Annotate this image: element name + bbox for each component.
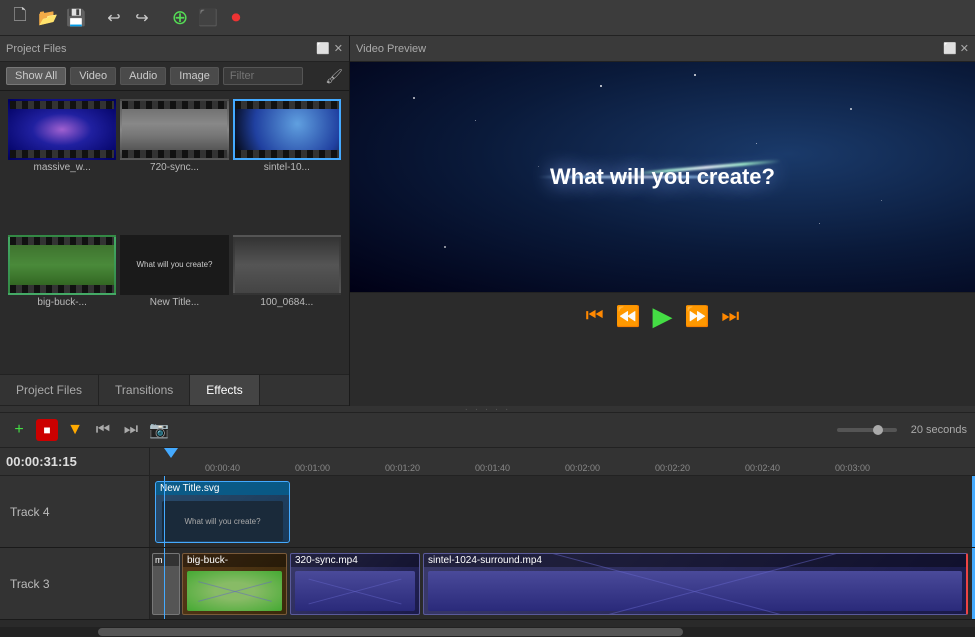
zoom-slider[interactable] [837, 428, 897, 432]
tab-project-files[interactable]: Project Files [0, 375, 99, 405]
timeline-ruler: 00:00:40 00:01:00 00:01:20 00:01:40 00:0… [150, 448, 975, 476]
import-icon[interactable]: ⊕ [168, 6, 192, 30]
thumb-label: sintel-10... [233, 162, 341, 173]
rewind-to-start-button[interactable]: ⏮ [586, 305, 604, 328]
preview-header: Video Preview ⬜ ✕ [350, 36, 975, 62]
scrollbar-thumb[interactable] [98, 628, 683, 636]
add-track-icon[interactable]: + [8, 419, 30, 441]
close-icon[interactable]: ✕ [334, 42, 343, 55]
clip-m[interactable]: m [152, 553, 180, 615]
project-files-header: Project Files ⬜ ✕ [0, 36, 349, 62]
preview-maximize-icon[interactable]: ⬜ [943, 43, 957, 55]
list-item[interactable]: What will you create? New Title... [120, 235, 228, 367]
list-item[interactable]: sintel-10... [233, 99, 341, 231]
rewind-button[interactable]: ⏪ [616, 304, 641, 329]
ruler-time: 00:02:40 [745, 463, 780, 473]
thumb-label: 100_0684... [233, 297, 341, 308]
zoom-slider-thumb [873, 425, 883, 435]
tracks-container: Track 4 New Title.svg What will you crea… [0, 476, 975, 627]
current-time-display: 00:00:31:15 [6, 454, 77, 469]
undo-icon[interactable]: ↩ [102, 6, 126, 30]
timeline-section: + ■ ▼ ⏮ ⏭ 📷 20 seconds 00:00:31:15 [0, 406, 975, 637]
play-button[interactable]: ▶ [653, 301, 673, 332]
track-4-content: New Title.svg What will you create? [150, 476, 975, 547]
clip-big-buck[interactable]: big-buck- [182, 553, 287, 615]
tab-transitions[interactable]: Transitions [99, 375, 190, 405]
ruler-time: 00:03:00 [835, 463, 870, 473]
thumb-label: 720-sync... [120, 162, 228, 173]
new-icon[interactable]: 🗋 [8, 6, 32, 30]
audio-filter-button[interactable]: Audio [120, 67, 166, 85]
zoom-controls [837, 428, 897, 432]
left-panel: Project Files ⬜ ✕ Show All Video Audio I… [0, 36, 350, 406]
preview-close-icon[interactable]: ✕ [960, 43, 969, 55]
zoom-level: 20 seconds [911, 424, 967, 436]
video-filter-button[interactable]: Video [70, 67, 116, 85]
preview-title: Video Preview [356, 43, 426, 55]
video-preview: What will you create? [350, 62, 975, 292]
maximize-icon[interactable]: ⬜ [316, 42, 330, 55]
ruler-time: 00:02:00 [565, 463, 600, 473]
remove-track-icon[interactable]: ■ [36, 419, 58, 441]
right-panel: Video Preview ⬜ ✕ [350, 36, 975, 406]
image-filter-button[interactable]: Image [170, 67, 219, 85]
list-item[interactable]: 720-sync... [120, 99, 228, 231]
record-icon[interactable]: ⏺ [224, 6, 248, 30]
thumb-title-text: What will you create? [136, 260, 212, 269]
project-files-title: Project Files [6, 43, 67, 55]
timeline-toolbar: + ■ ▼ ⏮ ⏭ 📷 20 seconds [0, 412, 975, 448]
thumbnail-grid: massive_w... 720-sync... [0, 91, 349, 374]
show-all-button[interactable]: Show All [6, 67, 66, 85]
horizontal-scrollbar[interactable] [0, 627, 975, 637]
thumb-label: massive_w... [8, 162, 116, 173]
filter-input[interactable] [223, 67, 303, 85]
thumb-label: big-buck-... [8, 297, 116, 308]
ruler-time: 00:01:20 [385, 463, 420, 473]
bottom-tabs: Project Files Transitions Effects [0, 374, 349, 406]
filter-icon[interactable]: ▼ [64, 419, 86, 441]
playback-controls: ⏮ ⏪ ▶ ⏩ ⏭ [350, 292, 975, 340]
track-row: Track 4 New Title.svg What will you crea… [0, 476, 975, 548]
preview-text: What will you create? [550, 164, 775, 190]
ruler-time: 00:02:20 [655, 463, 690, 473]
fast-forward-button[interactable]: ⏩ [685, 304, 710, 329]
save-icon[interactable]: 💾 [64, 6, 88, 30]
filter-bar: Show All Video Audio Image 🖌 [0, 62, 349, 91]
track-3-label: Track 3 [0, 548, 150, 619]
open-icon[interactable]: 📂 [36, 6, 60, 30]
snapshot-icon[interactable]: 📷 [148, 419, 170, 441]
clip-title-bar: New Title.svg [156, 482, 289, 495]
list-item[interactable]: 100_0684... [233, 235, 341, 367]
filter-clear-icon[interactable]: 🖌 [325, 68, 343, 85]
ruler-time: 00:01:40 [475, 463, 510, 473]
ruler-time: 00:00:40 [205, 463, 240, 473]
list-item[interactable]: big-buck-... [8, 235, 116, 367]
jump-end-icon[interactable]: ⏭ [120, 419, 142, 441]
redo-icon[interactable]: ↪ [130, 6, 154, 30]
clip-320-sync[interactable]: 320-sync.mp4 [290, 553, 420, 615]
list-item[interactable]: massive_w... [8, 99, 116, 231]
tab-effects[interactable]: Effects [190, 375, 259, 405]
export-icon[interactable]: ⬛ [196, 6, 220, 30]
clip-new-title[interactable]: New Title.svg What will you create? [155, 481, 290, 543]
ruler-time: 00:01:00 [295, 463, 330, 473]
track-3-content: m big-buck- 320-sync.mp4 [150, 548, 975, 619]
playhead [164, 476, 165, 547]
jump-start-icon[interactable]: ⏮ [92, 419, 114, 441]
track-row: Track 3 m big-buck- [0, 548, 975, 620]
playhead [164, 548, 165, 619]
track-4-label: Track 4 [0, 476, 150, 547]
forward-to-end-button[interactable]: ⏭ [721, 305, 739, 328]
thumb-label: New Title... [120, 297, 228, 308]
clip-sintel[interactable]: sintel-1024-surround.mp4 [423, 553, 968, 615]
main-toolbar: 🗋 📂 💾 ↩ ↪ ⊕ ⬛ ⏺ [0, 0, 975, 36]
